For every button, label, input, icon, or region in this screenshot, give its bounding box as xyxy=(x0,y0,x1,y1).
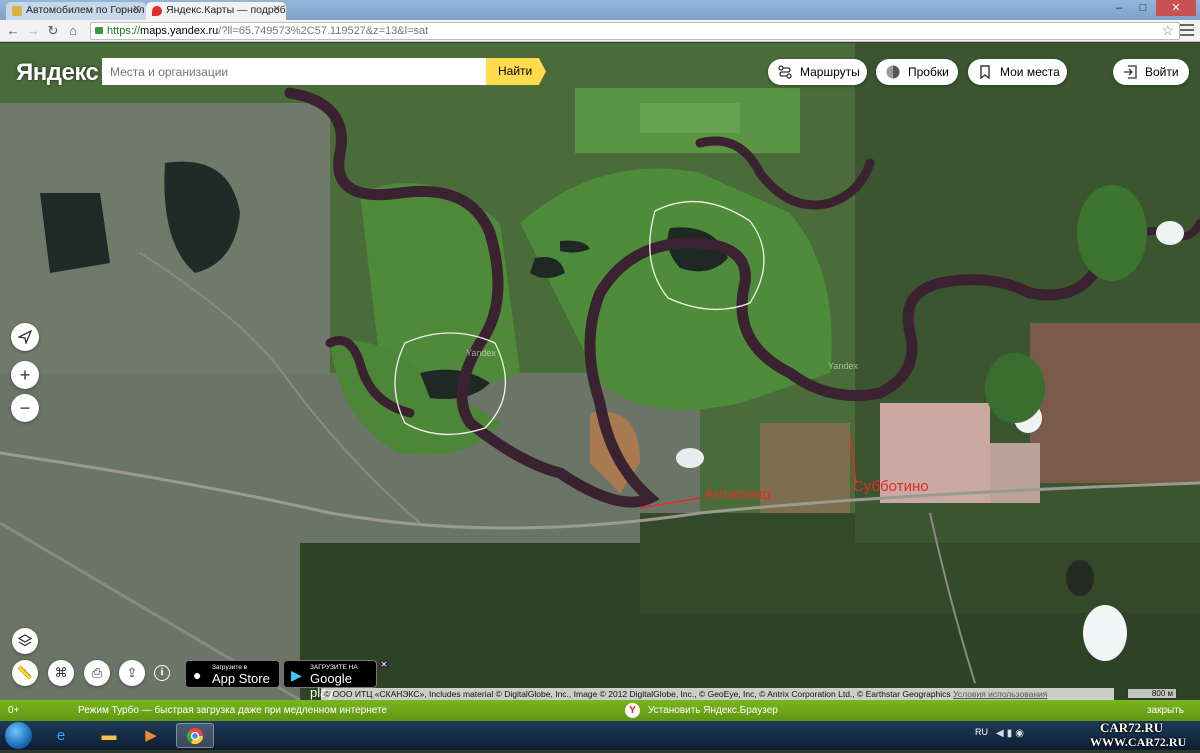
forum-favicon-icon xyxy=(12,6,22,16)
volume-icon: ◉ xyxy=(1015,728,1027,739)
map-pin-favicon-icon xyxy=(152,6,162,16)
zoom-in-button[interactable]: + xyxy=(11,361,39,389)
zoom-out-button[interactable]: − xyxy=(11,394,39,422)
address-bar[interactable]: https://maps.yandex.ru/?ll=65.749573%2C5… xyxy=(90,22,1180,40)
tab-title: Яндекс.Карты — подроб xyxy=(166,4,286,16)
media-player-icon[interactable]: ▶ xyxy=(132,723,170,748)
close-window-icon[interactable]: ✕ xyxy=(1156,0,1196,16)
my-places-label: Мои места xyxy=(1000,65,1060,79)
url-scheme: https:// xyxy=(107,25,141,37)
map-attribution: © ООО ИТЦ «СКАНЭКС», Includes material ©… xyxy=(321,688,1114,700)
minimize-icon[interactable]: – xyxy=(1108,0,1130,16)
start-button-icon[interactable] xyxy=(5,722,32,749)
map-watermark: Yandex xyxy=(466,348,496,358)
network-icon: ▮ xyxy=(1006,728,1016,739)
google-play-badge[interactable]: ▶ ЗАГРУЗИТЕ НА Google play xyxy=(283,660,377,700)
routes-label: Маршруты xyxy=(800,65,860,79)
app-store-big-text: App Store xyxy=(212,671,270,686)
bookmark-star-icon[interactable]: ☆ xyxy=(1161,22,1174,39)
layers-icon xyxy=(17,634,33,647)
app-store-badge[interactable]: ● Загрузите в App Store xyxy=(185,660,280,688)
geolocation-button[interactable] xyxy=(11,323,39,351)
login-button[interactable]: Войти xyxy=(1113,59,1189,85)
install-browser-link[interactable]: Установить Яндекс.Браузер xyxy=(648,700,778,721)
printer-icon: ⎙ xyxy=(91,665,103,680)
route-icon xyxy=(778,65,792,79)
car72-watermark: CAR72.RU WWW.CAR72.RU xyxy=(1090,720,1200,750)
search-input[interactable] xyxy=(102,58,486,85)
forward-arrow-icon[interactable]: → xyxy=(24,22,42,40)
my-places-button[interactable]: Мои места xyxy=(968,59,1067,85)
terms-link[interactable]: Условия использования xyxy=(953,689,1047,699)
annotation-antipino: Антипино xyxy=(704,486,771,503)
traffic-button[interactable]: Пробки xyxy=(876,59,958,85)
flag-icon: ◀ xyxy=(996,728,1007,739)
browser-tab-maps[interactable]: Яндекс.Карты — подроб ✕ xyxy=(146,2,286,20)
info-icon[interactable]: i xyxy=(154,665,170,681)
window-controls: – □ ✕ xyxy=(1108,0,1196,18)
panorama-button[interactable]: ⌘ xyxy=(48,660,74,686)
play-icon: ▶ xyxy=(291,667,302,683)
chrome-icon[interactable] xyxy=(176,723,214,748)
scale-bar: 800 м xyxy=(1127,689,1177,699)
print-button[interactable]: ⎙ xyxy=(84,660,110,686)
back-arrow-icon[interactable]: ← xyxy=(4,22,22,40)
menu-icon[interactable] xyxy=(1180,24,1194,36)
share-icon: ⇪ xyxy=(126,665,138,680)
close-icon[interactable]: ✕ xyxy=(379,660,389,670)
watermark-top: CAR72.RU xyxy=(1100,720,1164,735)
chrome-logo-icon xyxy=(186,728,204,745)
folder-icon[interactable]: ▬ xyxy=(90,723,128,748)
yandex-logo[interactable]: Яндекс xyxy=(16,59,99,87)
internet-explorer-icon[interactable]: e xyxy=(42,723,80,748)
language-indicator[interactable]: RU xyxy=(975,727,988,737)
home-icon[interactable]: ⌂ xyxy=(64,22,82,40)
browser-toolbar: ← → ↻ ⌂ https://maps.yandex.ru/?ll=65.74… xyxy=(0,20,1200,42)
lock-icon xyxy=(95,27,103,34)
windows-taskbar: e ▬ ▶ RU ◀▮◉ CAR72.RU WWW.CAR72.RU xyxy=(0,720,1200,750)
traffic-label: Пробки xyxy=(908,65,949,79)
share-button[interactable]: ⇪ xyxy=(119,660,145,686)
age-rating: 0+ xyxy=(8,705,20,716)
browser-tab-forum[interactable]: Автомобилем по Горнол ✕ xyxy=(6,2,146,20)
routes-button[interactable]: Маршруты xyxy=(768,59,867,85)
close-icon[interactable]: ✕ xyxy=(273,4,281,15)
reload-icon[interactable]: ↻ xyxy=(44,22,62,40)
maximize-icon[interactable]: □ xyxy=(1132,0,1154,16)
tab-title: Автомобилем по Горнол xyxy=(26,4,145,16)
yandex-browser-icon: Y xyxy=(625,703,640,718)
watermark-bottom: WWW.CAR72.RU xyxy=(1090,735,1187,749)
location-arrow-icon xyxy=(16,329,33,346)
url-host: maps.yandex.ru xyxy=(140,25,219,37)
traffic-icon xyxy=(886,65,900,79)
tray-icons: ◀▮◉ xyxy=(996,728,1027,739)
browser-promo-bar: 0+ Режим Турбо — быстрая загрузка даже п… xyxy=(0,700,1200,721)
binoculars-icon: ⌘ xyxy=(54,665,68,680)
login-icon xyxy=(1124,65,1137,79)
close-icon[interactable]: ✕ xyxy=(133,4,141,15)
search-button[interactable]: Найти xyxy=(486,58,546,85)
turbo-text: Режим Турбо — быстрая загрузка даже при … xyxy=(78,705,387,716)
satellite-map[interactable]: Yandex Yandex Антипино Субботино Яндекс … xyxy=(0,43,1200,700)
login-label: Войти xyxy=(1145,65,1179,79)
ruler-button[interactable]: 📏 xyxy=(12,660,38,686)
satellite-imagery xyxy=(0,43,1200,700)
map-watermark: Yandex xyxy=(828,361,858,371)
apple-icon: ● xyxy=(193,667,202,683)
annotation-subbotino: Субботино xyxy=(853,478,929,495)
bookmark-icon xyxy=(980,65,990,79)
browser-tab-strip: Автомобилем по Горнол ✕ Яндекс.Карты — п… xyxy=(0,0,1200,20)
promo-close-link[interactable]: закрыть xyxy=(1147,700,1184,721)
url-path: /?ll=65.749573%2C57.119527&z=13&l=sat xyxy=(218,25,429,37)
attribution-text: © ООО ИТЦ «СКАНЭКС», Includes material ©… xyxy=(324,689,951,699)
layers-button[interactable] xyxy=(12,628,38,654)
ruler-icon: 📏 xyxy=(16,665,34,680)
